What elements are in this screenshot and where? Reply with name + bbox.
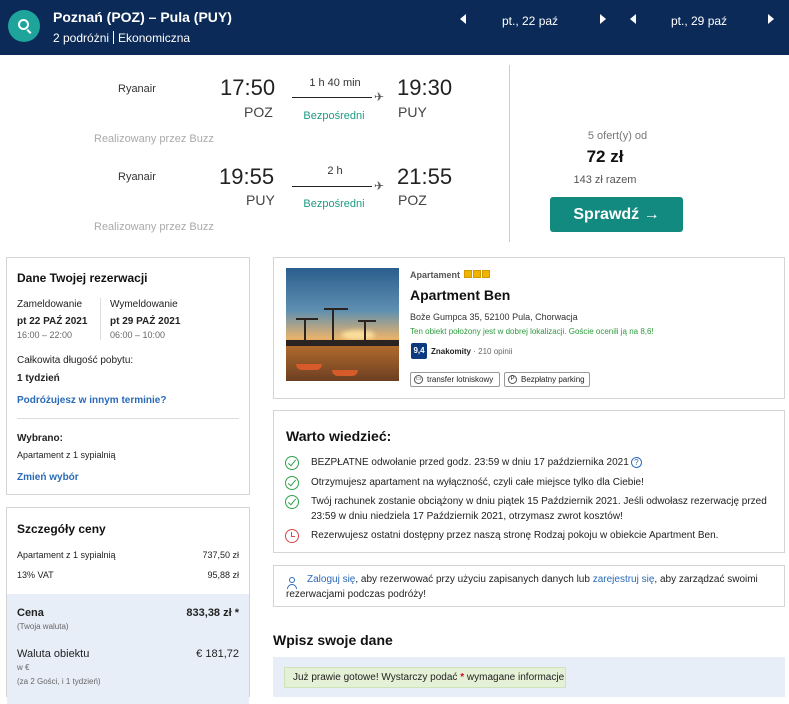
total-price-sub: (Twoja waluta): [17, 622, 69, 631]
flight-price: 72 zł: [586, 147, 624, 166]
info-free-cancellation: BEZPŁATNE odwołanie przed godz. 23:59 w …: [311, 455, 642, 470]
star-icon: [463, 270, 472, 278]
cabin-class: Ekonomiczna: [118, 31, 191, 45]
booking-details-title: Dane Twojej rezerwacji: [17, 271, 148, 285]
info-icon[interactable]: ?: [630, 457, 642, 468]
search-button[interactable]: [8, 10, 40, 42]
change-selection-link[interactable]: Zmień wybór: [17, 472, 79, 483]
return-stops: Bezpośredni: [303, 198, 365, 210]
prev-depart-date-icon[interactable]: [460, 14, 466, 24]
checkin-time: 16:00 – 22:00: [17, 330, 73, 340]
price-details-title: Szczegóły ceny: [17, 522, 106, 536]
hotel-name[interactable]: Apartment Ben: [410, 287, 510, 303]
required-info-hint: Już prawie gotowe! Wystarczy podać * wym…: [284, 667, 566, 688]
search-summary-bar[interactable]: Poznań (POZ) – Pula (PUY) 2 podróżni Ekon…: [0, 0, 789, 55]
good-to-know-title: Warto wiedzieć:: [286, 428, 392, 444]
stay-length-label: Całkowita długość pobytu:: [17, 355, 134, 366]
guest-details-title: Wpisz swoje dane: [273, 632, 393, 648]
selected-room: Apartament z 1 sypialnią: [17, 450, 116, 460]
amenity-airport-transfer: ▭ transfer lotniskowy: [410, 372, 500, 387]
outbound-departure-time: 17:50: [220, 75, 276, 100]
local-currency-label: Waluta obiektu: [17, 648, 90, 660]
stay-length-value: 1 tydzień: [17, 373, 60, 384]
outbound-duration: 1 h 40 min: [309, 77, 361, 89]
checkout-label: Wymeldowanie: [110, 299, 178, 310]
flight-total-price: 143 zł razem: [573, 174, 637, 186]
total-price-value: 833,38 zł *: [186, 607, 239, 619]
outbound-arrival-time: 19:30: [397, 75, 453, 100]
login-link[interactable]: Zaloguj się: [307, 574, 355, 585]
booking-details-panel: Dane Twojej rezerwacji Zameldowanie pt 2…: [6, 257, 250, 495]
return-arrival-code: POZ: [398, 192, 427, 208]
next-depart-date-icon[interactable]: [600, 14, 606, 24]
outbound-stops: Bezpośredni: [303, 110, 365, 122]
return-operated-by: Realizowany przez Buzz: [94, 221, 214, 233]
checkout-time: 06:00 – 10:00: [110, 330, 166, 340]
next-return-date-icon[interactable]: [768, 14, 774, 24]
offers-count: 5 ofert(y) od: [587, 130, 648, 142]
price-row-label: Apartament z 1 sypialnią: [17, 550, 116, 560]
check-icon: [285, 495, 299, 509]
prev-return-date-icon[interactable]: [630, 14, 636, 24]
local-currency-unit: w €: [17, 663, 30, 672]
airplane-icon: ✈: [374, 90, 385, 104]
airplane-icon: ✈: [374, 179, 385, 193]
route-title: Poznań (POZ) – Pula (PUY): [53, 9, 232, 25]
checkin-label: Zameldowanie: [17, 299, 83, 310]
outbound-departure-code: POZ: [244, 104, 273, 120]
checkin-date: pt 22 PAŹ 2021: [17, 316, 88, 327]
amenity-free-parking: P Bezpłatny parking: [504, 372, 590, 387]
depart-date[interactable]: pt., 22 paź: [502, 14, 558, 28]
selected-label: Wybrano:: [17, 433, 63, 444]
info-private-apartment: Otrzymujesz apartament na wyłączność, cz…: [311, 477, 644, 488]
price-row-value: 737,50 zł: [202, 550, 239, 560]
star-rating: [463, 270, 490, 280]
star-icon: [472, 270, 481, 278]
return-departure-code: PUY: [246, 192, 275, 208]
register-link[interactable]: zarejestruj się: [593, 574, 655, 585]
check-icon: [285, 476, 299, 490]
flight-offer-card[interactable]: Ryanair 17:50 POZ 1 h 40 min ✈ Bezpośred…: [0, 55, 789, 245]
property-type: Apartament: [410, 270, 490, 280]
review-summary: Znakomity · 210 opinii: [431, 347, 513, 356]
outbound-arrival-code: PUY: [398, 104, 427, 120]
login-notice-text: Zaloguj się, aby rezerwować przy użyciu …: [307, 574, 758, 585]
trip-details: 2 podróżni Ekonomiczna: [53, 31, 190, 45]
location-note: Ten obiekt położony jest w dobrej lokali…: [410, 327, 654, 336]
outbound-operated-by: Realizowany przez Buzz: [94, 133, 214, 145]
hotel-address: Bože Gumpca 35, 52100 Pula, Chorwacja: [410, 312, 578, 322]
outbound-airline: Ryanair: [118, 83, 156, 95]
login-notice-text-end: rezerwacjami podczas podróży!: [286, 589, 427, 600]
hotel-photo[interactable]: [286, 268, 399, 381]
check-icon: [285, 456, 299, 470]
price-details-panel: Szczegóły ceny Apartament z 1 sypialnią …: [6, 507, 250, 704]
hotel-card[interactable]: Apartament Apartment Ben Bože Gumpca 35,…: [273, 257, 785, 399]
return-airline: Ryanair: [118, 171, 156, 183]
price-row-value: 95,88 zł: [207, 570, 239, 580]
clock-icon: [285, 529, 299, 543]
return-date[interactable]: pt., 29 paź: [671, 14, 727, 28]
return-arrival-time: 21:55: [397, 164, 453, 189]
local-currency-value: € 181,72: [196, 648, 239, 660]
other-dates-link[interactable]: Podróżujesz w innym terminie?: [17, 395, 166, 406]
info-payment-date: Twój rachunek zostanie obciążony w dniu …: [311, 496, 767, 507]
return-duration: 2 h: [327, 165, 343, 177]
review-score: 9,4: [411, 343, 427, 359]
return-departure-time: 19:55: [219, 164, 275, 189]
parking-icon: P: [508, 375, 517, 384]
local-currency-note: (za 2 Gości, i 1 tydzień): [17, 677, 101, 686]
info-refund-note: 23:59 w dniu niedziela 17 Październik 20…: [311, 511, 623, 522]
star-icon: [481, 270, 490, 278]
shuttle-icon: ▭: [414, 375, 423, 384]
total-price-label: Cena: [17, 607, 44, 619]
price-row-label: 13% VAT: [17, 570, 54, 580]
checkout-date: pt 29 PAŹ 2021: [110, 316, 181, 327]
info-last-available: Rezerwujesz ostatni dostępny przez naszą…: [311, 530, 719, 541]
good-to-know-panel: Warto wiedzieć: BEZPŁATNE odwołanie prze…: [273, 410, 785, 553]
travelers-count: 2 podróżni: [53, 31, 110, 45]
login-notice: Zaloguj się, aby rezerwować przy użyciu …: [273, 565, 785, 607]
check-offer-button[interactable]: Sprawdź →: [550, 197, 683, 232]
